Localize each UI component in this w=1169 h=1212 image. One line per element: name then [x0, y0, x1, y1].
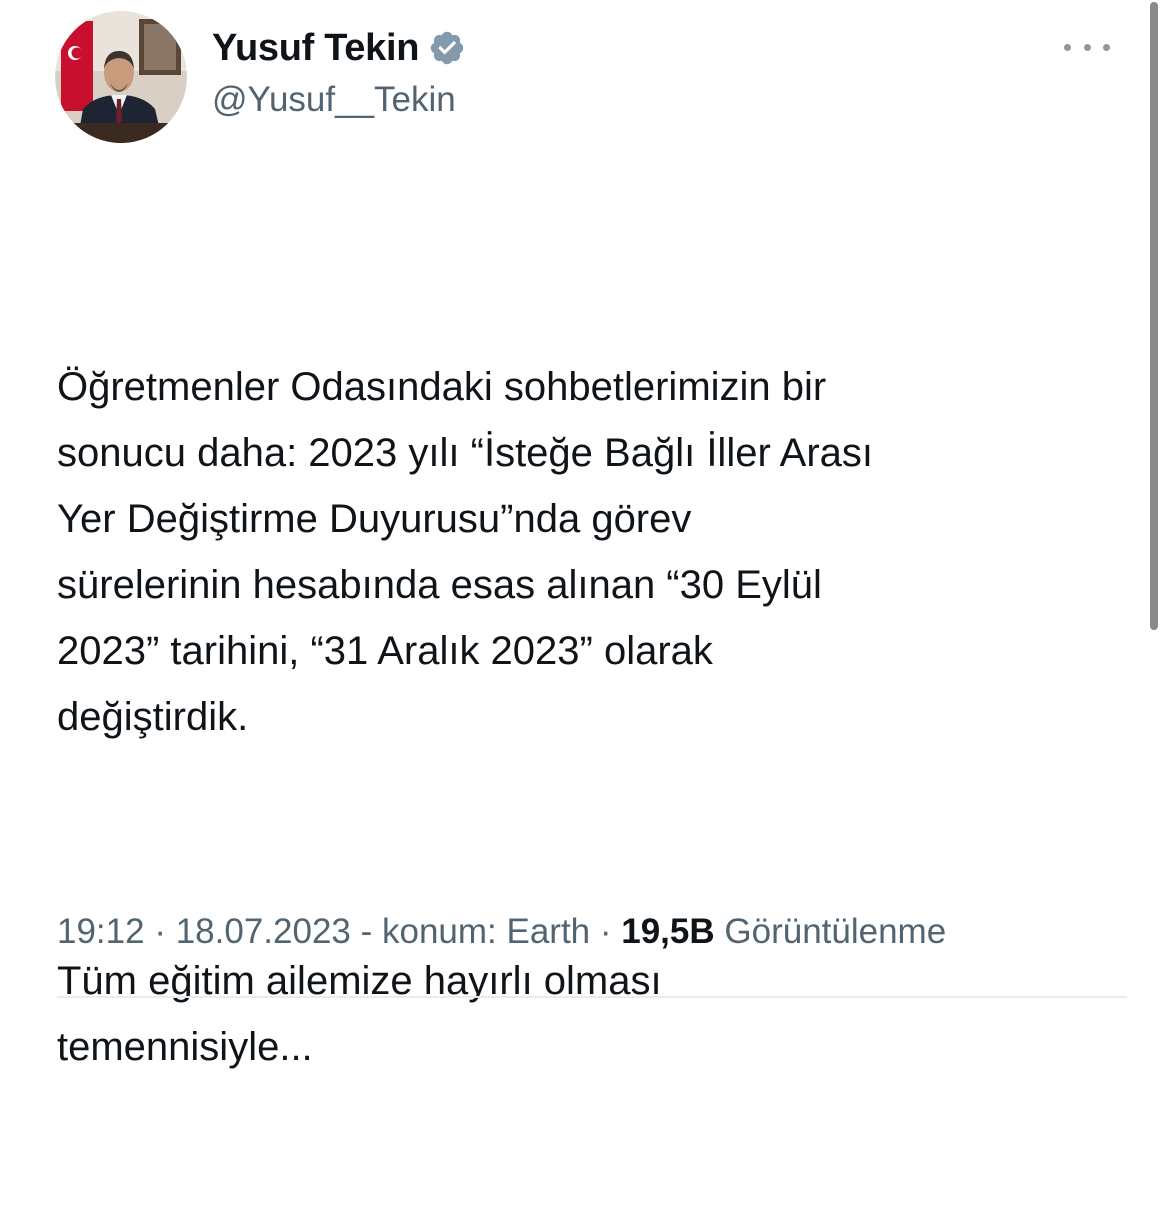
more-options-icon[interactable]: [1064, 34, 1110, 60]
tweet-text: Öğretmenler Odasındaki sohbetlerimizin b…: [57, 222, 1127, 1212]
views-count[interactable]: 19,5B: [621, 912, 714, 951]
tweet-date[interactable]: 18.07.2023: [176, 912, 351, 951]
more-dot: [1064, 43, 1071, 51]
meta-separator: -: [350, 912, 382, 951]
tweet-meta: 19:12 · 18.07.2023 - konum: Earth · 19,5…: [57, 912, 946, 952]
meta-separator: ·: [144, 912, 176, 951]
more-dot: [1103, 43, 1110, 51]
divider: [57, 996, 1127, 998]
scrollbar[interactable]: [1150, 2, 1158, 630]
tweet-paragraph: Tüm eğitim ailemize hayırlı olması temen…: [57, 959, 662, 1069]
meta-separator: ·: [590, 912, 622, 951]
author-name-row: Yusuf Tekin: [212, 22, 466, 74]
tweet-card: Yusuf Tekin @Yusuf__Tekin Öğretmenler Od…: [0, 0, 1169, 1069]
verified-badge-icon: [428, 29, 466, 67]
tweet-location: konum: Earth: [381, 912, 591, 951]
author-display-name[interactable]: Yusuf Tekin: [212, 27, 419, 70]
more-dot: [1083, 43, 1091, 51]
author-handle[interactable]: @Yusuf__Tekin: [212, 80, 456, 120]
avatar[interactable]: [55, 11, 187, 143]
tweet-paragraph: Öğretmenler Odasındaki sohbetlerimizin b…: [57, 365, 874, 739]
avatar-photo-icon: [55, 11, 187, 143]
views-label: Görüntülenme: [714, 912, 947, 951]
tweet-time[interactable]: 19:12: [57, 912, 145, 951]
